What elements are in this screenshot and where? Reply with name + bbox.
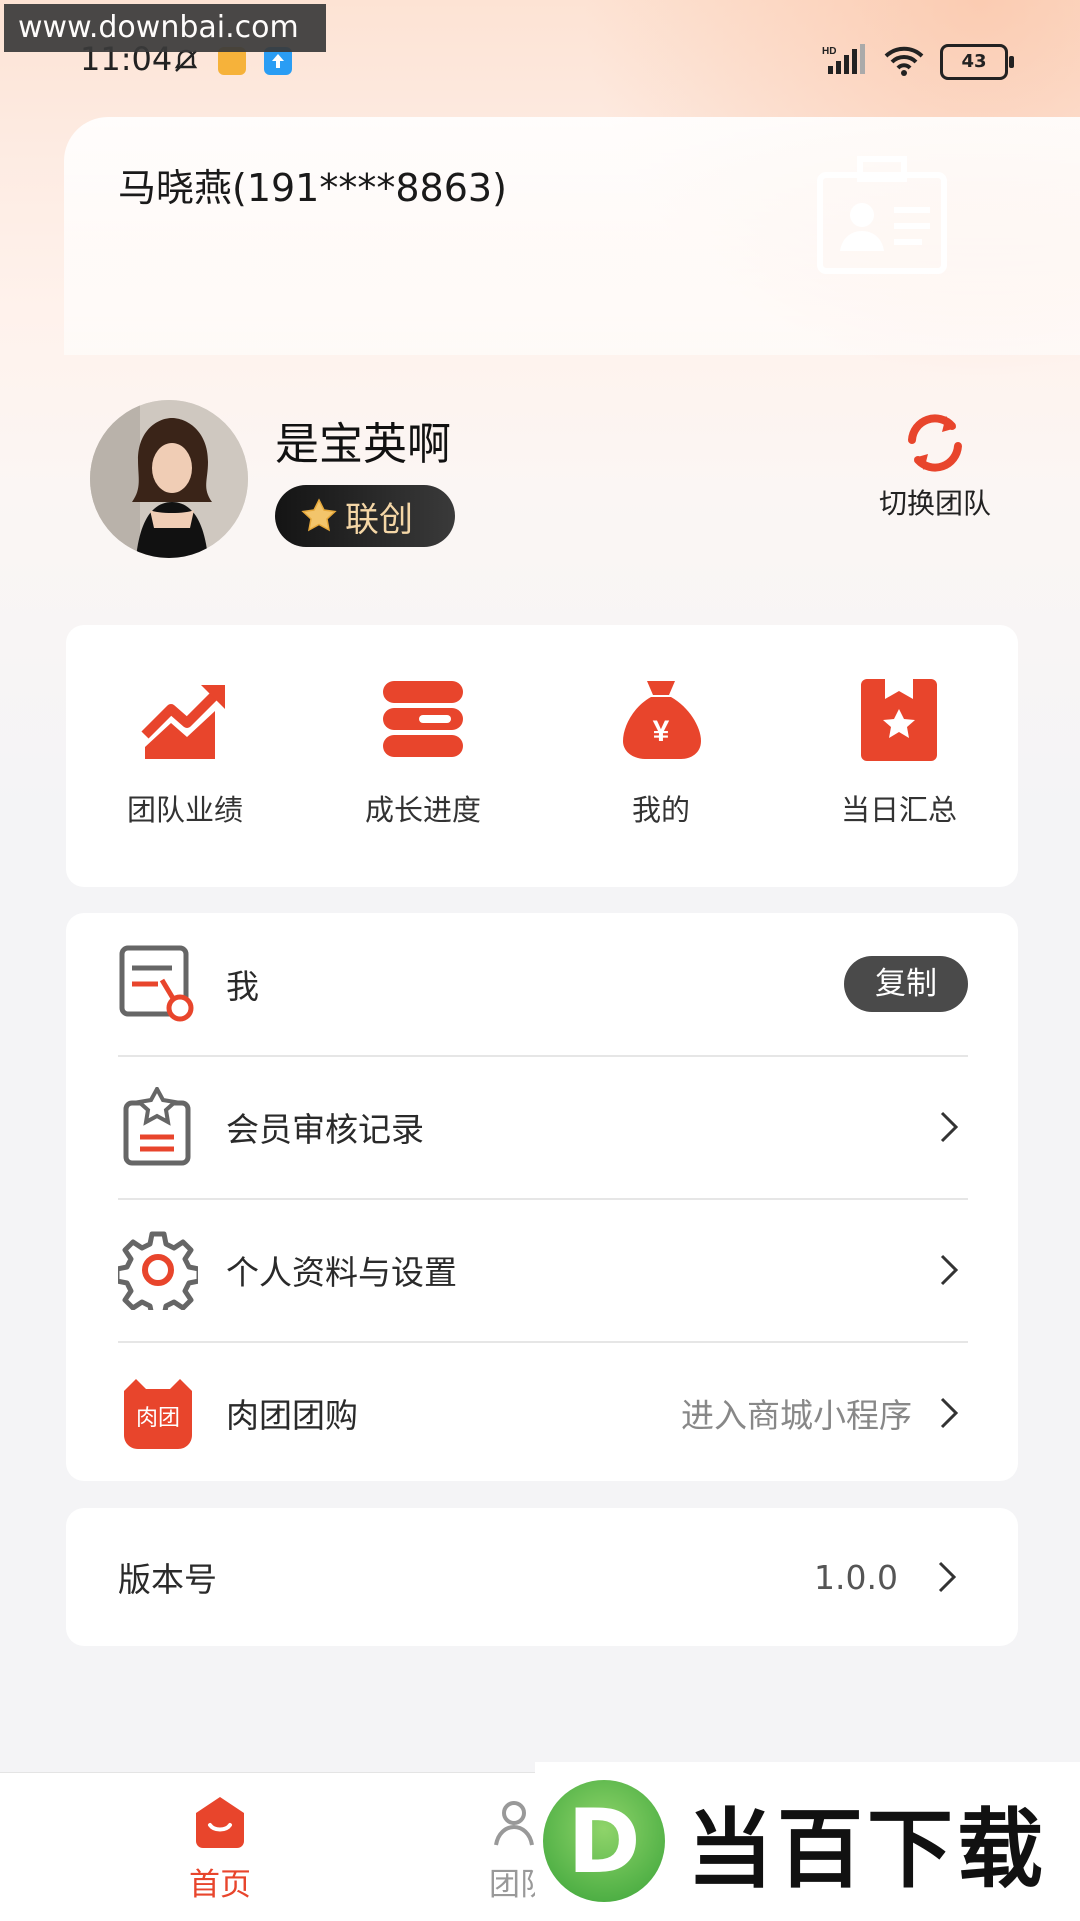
quick-action-label: 我的 (631, 793, 690, 827)
wifi-icon (882, 44, 926, 80)
account-card: 马晓燕(191****8863) (64, 117, 1080, 355)
chevron-right-icon (938, 1252, 960, 1288)
watermark-brand: D 当百下载 (535, 1762, 1080, 1920)
list-item-label: 我 (226, 967, 259, 1006)
list-item-label: 会员审核记录 (226, 1110, 424, 1149)
trend-chart-icon (141, 675, 229, 763)
switch-team-label: 切换团队 (878, 487, 991, 520)
brand-text: 当百下载 (687, 1799, 1047, 1900)
list-item-me[interactable]: 我 复制 (118, 913, 968, 1055)
watermark-url: www.downbai.com (4, 4, 326, 52)
account-name-phone: 马晓燕(191****8863) (118, 166, 507, 210)
chevron-right-icon (938, 1109, 960, 1145)
star-icon (301, 498, 337, 534)
quick-action-label: 成长进度 (364, 793, 481, 827)
progress-icon (379, 675, 467, 763)
list-item-group-buy[interactable]: 肉团 肉团团购 进入商城小程序 (118, 1342, 968, 1484)
battery-indicator: 43 (940, 44, 1014, 80)
audit-record-icon (118, 1084, 198, 1167)
routuan-logo-icon: 肉团 (118, 1373, 198, 1453)
nickname: 是宝英啊 (275, 419, 451, 470)
list-item-value: 进入商城小程序 (681, 1396, 912, 1435)
avatar[interactable] (90, 400, 248, 558)
quick-action-team-performance[interactable]: 团队业绩 (66, 625, 304, 887)
quick-action-label: 团队业绩 (126, 793, 243, 827)
list-item-member-audit[interactable]: 会员审核记录 (118, 1056, 968, 1198)
refresh-icon (900, 408, 970, 478)
quick-actions-panel: 团队业绩 成长进度 ¥ 我的 当日汇总 (66, 625, 1018, 887)
chevron-right-icon (938, 1395, 960, 1431)
daily-summary-icon (855, 675, 943, 763)
list-item-label: 个人资料与设置 (226, 1253, 457, 1292)
switch-team-button[interactable]: 切换团队 (860, 408, 1010, 522)
menu-list: 我 复制 会员审核记录 个人资料与设置 肉团 肉团团购 进入商城小程序 (66, 913, 1018, 1481)
signal-icon: HD (822, 44, 868, 80)
invite-code-icon (118, 944, 198, 1024)
money-bag-icon: ¥ (617, 675, 705, 763)
copy-button[interactable]: 复制 (844, 956, 968, 1012)
quick-action-growth-progress[interactable]: 成长进度 (304, 625, 542, 887)
routuan-logo-text: 肉团 (136, 1405, 180, 1430)
settings-gear-icon (114, 1230, 202, 1319)
quick-action-label: 当日汇总 (840, 793, 957, 827)
nav-label: 首页 (189, 1867, 251, 1903)
brand-logo-icon: D (543, 1780, 665, 1902)
nav-item-home[interactable]: 首页 (105, 1773, 335, 1921)
chevron-right-icon (936, 1559, 958, 1595)
home-icon (192, 1795, 248, 1851)
svg-text:¥: ¥ (653, 715, 670, 748)
list-item-label: 肉团团购 (226, 1396, 358, 1435)
role-label: 联创 (345, 499, 413, 540)
version-row[interactable]: 版本号 1.0.0 (66, 1508, 1018, 1646)
network-type-label: HD (822, 46, 836, 57)
quick-action-daily-summary[interactable]: 当日汇总 (780, 625, 1018, 887)
id-card-icon[interactable] (816, 155, 948, 275)
quick-action-mine[interactable]: ¥ 我的 (542, 625, 780, 887)
version-label: 版本号 (118, 1560, 217, 1599)
role-badge: 联创 (275, 485, 455, 547)
list-item-profile-settings[interactable]: 个人资料与设置 (114, 1199, 968, 1341)
version-value: 1.0.0 (814, 1557, 898, 1597)
